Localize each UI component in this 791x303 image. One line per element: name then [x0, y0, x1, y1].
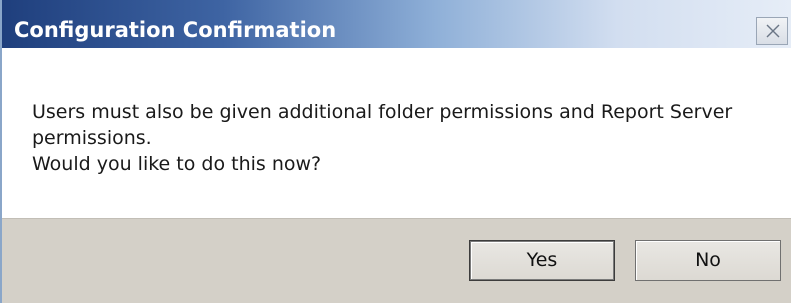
dialog-message: Users must also be given additional fold…	[32, 99, 772, 177]
close-button[interactable]	[756, 17, 788, 45]
message-line-3: Would you like to do this now?	[32, 153, 322, 175]
no-button[interactable]: No	[635, 240, 781, 281]
confirmation-dialog: Configuration Confirmation Users must al…	[0, 0, 791, 303]
dialog-title: Configuration Confirmation	[14, 18, 337, 42]
dialog-content: Users must also be given additional fold…	[2, 48, 791, 218]
yes-button[interactable]: Yes	[469, 240, 615, 281]
close-icon	[766, 24, 780, 38]
title-bar[interactable]: Configuration Confirmation	[2, 0, 791, 48]
message-line-1: Users must also be given additional fold…	[32, 101, 733, 123]
message-line-2: permissions.	[32, 127, 152, 149]
button-bar: Yes No	[2, 218, 791, 303]
